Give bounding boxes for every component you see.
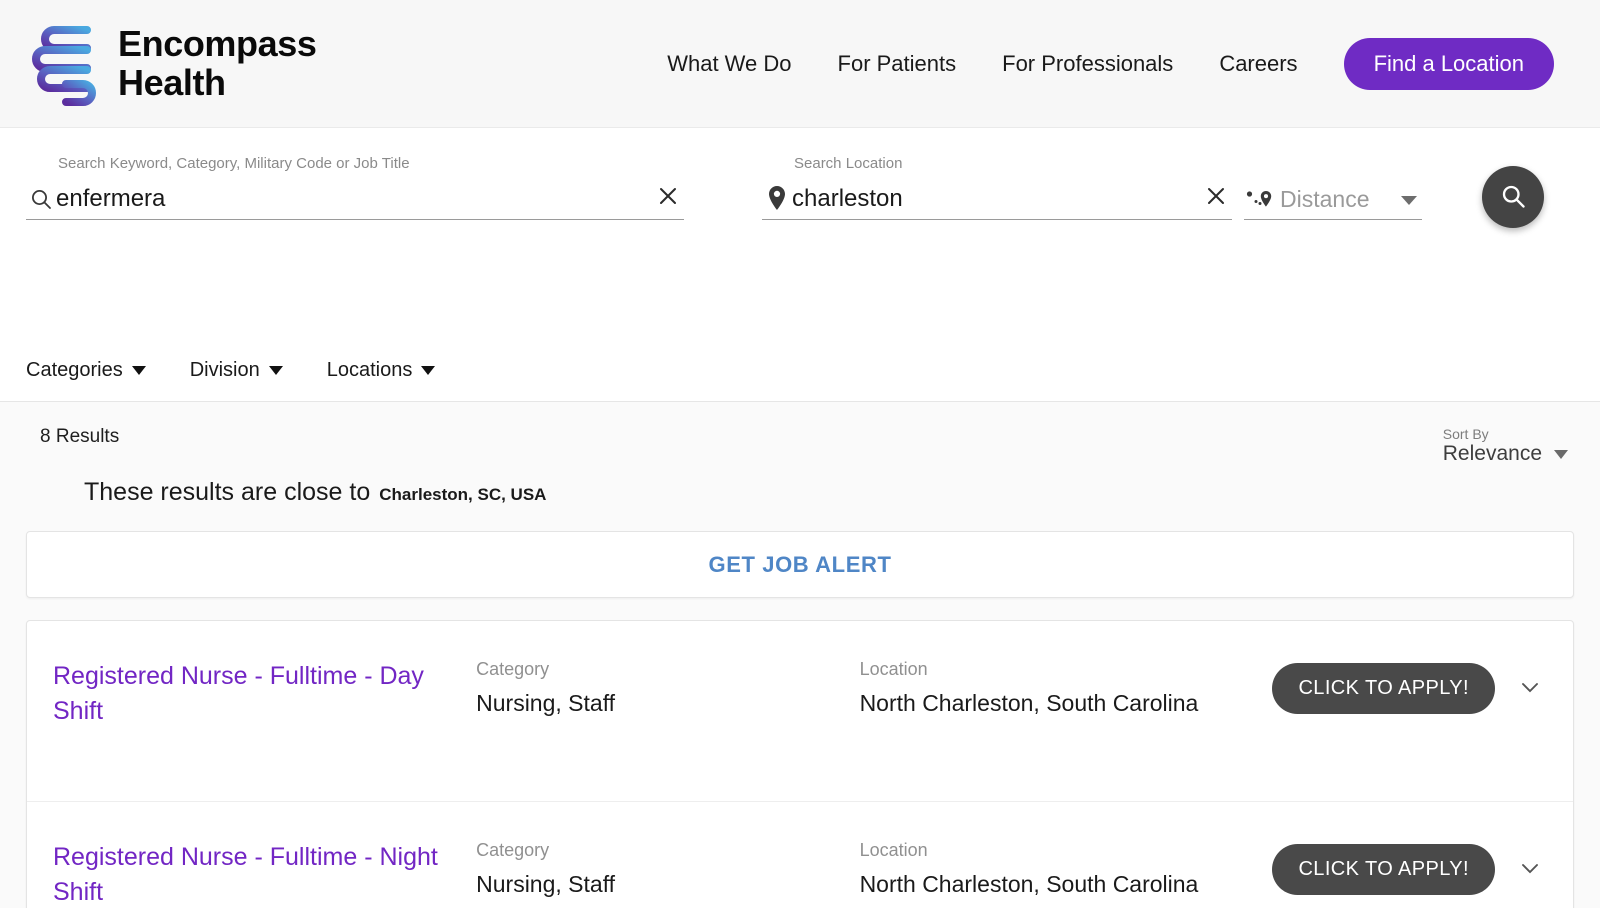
brand-logo[interactable]: Encompass Health: [26, 20, 317, 108]
job-category-column: Category Nursing, Staff: [476, 659, 859, 717]
filter-locations-button[interactable]: Locations: [327, 359, 436, 382]
find-a-location-button[interactable]: Find a Location: [1343, 37, 1554, 90]
close-to-message: These results are close to Charleston, S…: [26, 478, 1574, 507]
nav-link-for-patients[interactable]: For Patients: [838, 51, 957, 77]
route-pin-icon: [1244, 189, 1274, 213]
job-category-column: Category Nursing, Staff: [476, 840, 859, 898]
job-category-value: Nursing, Staff: [476, 690, 616, 716]
close-to-prefix: These results are close to: [84, 478, 371, 506]
job-location-label: Location: [859, 840, 928, 860]
location-input[interactable]: [792, 185, 1200, 213]
triangle-down-icon: [131, 366, 146, 375]
job-title-link[interactable]: Registered Nurse - Fulltime - Night Shif…: [53, 840, 476, 908]
triangle-down-icon: [1554, 449, 1568, 459]
main-navigation: What We Do For Patients For Professional…: [667, 37, 1574, 90]
search-icon: [26, 187, 56, 213]
filter-division-label: Division: [189, 359, 260, 381]
triangle-down-icon: [268, 366, 283, 375]
job-location-column: Location North Charleston, South Carolin…: [860, 659, 1273, 717]
distance-chevron-down-icon[interactable]: [1396, 187, 1422, 213]
results-area: 8 Results Sort By Relevance These result…: [0, 402, 1600, 908]
filter-row: Categories Division Locations: [0, 340, 1600, 402]
close-to-place: Charleston, SC, USA: [379, 485, 547, 504]
job-category-label: Category: [476, 840, 550, 860]
job-category-label: Category: [476, 659, 550, 679]
nav-link-careers[interactable]: Careers: [1219, 51, 1297, 77]
location-search-field[interactable]: Search Location: [762, 155, 1232, 220]
location-field-label: Search Location: [794, 155, 903, 172]
site-header: Encompass Health What We Do For Patients…: [0, 0, 1600, 128]
search-submit-button[interactable]: [1482, 166, 1544, 228]
job-actions: CLICK TO APPLY!: [1272, 840, 1545, 895]
job-results-list: Registered Nurse - Fulltime - Day Shift …: [26, 620, 1574, 908]
clear-keyword-button[interactable]: [652, 181, 684, 213]
table-row: Registered Nurse - Fulltime - Night Shif…: [27, 802, 1573, 908]
filter-locations-label: Locations: [326, 359, 413, 381]
expand-job-button[interactable]: [1515, 855, 1545, 885]
click-to-apply-button[interactable]: CLICK TO APPLY!: [1272, 844, 1495, 895]
brand-name: Encompass Health: [118, 22, 317, 103]
nav-link-what-we-do[interactable]: What We Do: [667, 51, 791, 77]
search-section: Search Keyword, Category, Military Code …: [0, 128, 1600, 340]
job-title-link[interactable]: Registered Nurse - Fulltime - Day Shift: [53, 659, 476, 728]
triangle-down-icon: [421, 366, 436, 375]
results-topbar: 8 Results Sort By Relevance: [26, 402, 1574, 470]
filter-categories-button[interactable]: Categories: [26, 359, 146, 382]
job-location-label: Location: [859, 659, 928, 679]
keyword-search-field[interactable]: Search Keyword, Category, Military Code …: [26, 155, 684, 220]
results-count: 8 Results: [40, 426, 120, 447]
table-row: Registered Nurse - Fulltime - Day Shift …: [27, 621, 1573, 802]
close-icon: [656, 184, 680, 211]
nav-link-for-professionals[interactable]: For Professionals: [1002, 51, 1173, 77]
clear-location-button[interactable]: [1200, 181, 1232, 213]
click-to-apply-button[interactable]: CLICK TO APPLY!: [1272, 663, 1495, 714]
job-location-value: North Charleston, South Carolina: [859, 871, 1199, 897]
search-icon: [1499, 182, 1527, 213]
job-actions: CLICK TO APPLY!: [1272, 659, 1545, 714]
expand-job-button[interactable]: [1515, 674, 1545, 704]
distance-placeholder: Distance: [1280, 186, 1370, 212]
filter-categories-label: Categories: [26, 359, 123, 381]
close-icon: [1204, 184, 1228, 211]
sort-by-label: Sort By: [1442, 426, 1489, 442]
encompass-health-logo-icon: [26, 20, 104, 108]
map-pin-icon: [762, 185, 792, 213]
sort-by-value: Relevance: [1442, 442, 1542, 465]
job-location-column: Location North Charleston, South Carolin…: [860, 840, 1273, 898]
keyword-field-label: Search Keyword, Category, Military Code …: [58, 155, 410, 172]
chevron-down-icon: [1518, 675, 1542, 702]
distance-select[interactable]: Distance: [1244, 158, 1422, 220]
sort-by-control[interactable]: Sort By Relevance: [1443, 426, 1574, 466]
search-input[interactable]: [56, 185, 652, 213]
job-category-value: Nursing, Staff: [476, 871, 616, 897]
get-job-alert-label: GET JOB ALERT: [708, 551, 892, 577]
job-location-value: North Charleston, South Carolina: [859, 690, 1199, 716]
filter-division-button[interactable]: Division: [190, 359, 283, 382]
search-row: Search Keyword, Category, Military Code …: [26, 155, 1574, 228]
chevron-down-icon: [1518, 856, 1542, 883]
sort-by-select[interactable]: Relevance: [1443, 442, 1568, 466]
get-job-alert-button[interactable]: GET JOB ALERT: [26, 531, 1574, 598]
